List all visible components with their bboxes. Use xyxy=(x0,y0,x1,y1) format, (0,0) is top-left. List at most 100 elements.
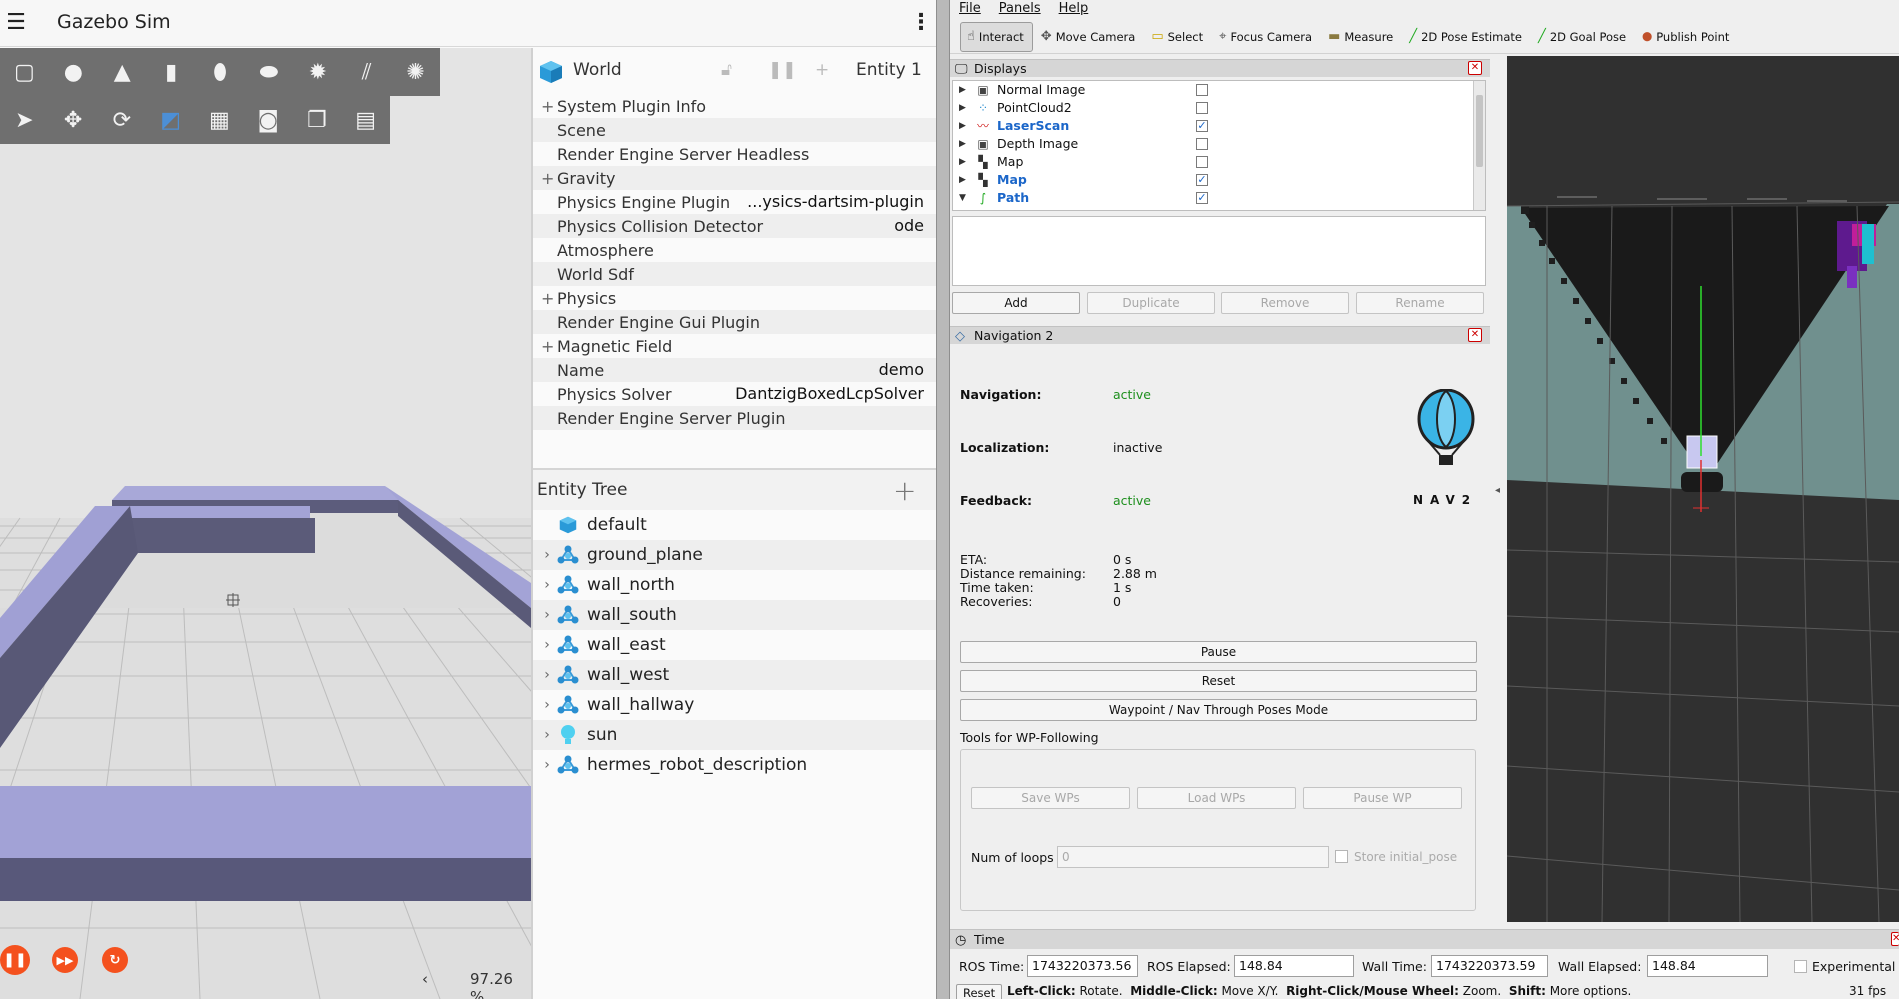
entity-tree-item[interactable]: › wall_east xyxy=(533,630,936,660)
transform-mode-icon[interactable]: ◩ xyxy=(146,100,195,140)
sun-icon[interactable]: ✹ xyxy=(293,52,342,92)
sphere-icon[interactable]: ● xyxy=(49,52,98,92)
directional-light-icon[interactable]: ⫽ xyxy=(342,52,391,92)
tool-move-camera[interactable]: ✥ Move Camera xyxy=(1035,22,1144,52)
component-row[interactable]: World Sdf xyxy=(533,262,936,286)
collapsed-arrow-icon[interactable]: ▶ xyxy=(959,153,966,171)
expand-plus-icon[interactable]: + xyxy=(541,169,557,188)
duplicate-display-button[interactable]: Duplicate xyxy=(1087,292,1215,314)
entity-tree-item[interactable]: › wall_north xyxy=(533,570,936,600)
chevron-right-icon[interactable]: › xyxy=(537,547,557,563)
ros-elapsed-field[interactable]: 148.84 xyxy=(1234,955,1354,977)
collapsed-arrow-icon[interactable]: ▶ xyxy=(959,99,966,117)
entity-tree-item[interactable]: › wall_south xyxy=(533,600,936,630)
display-item[interactable]: ▶ ⁘ PointCloud2 xyxy=(953,99,1485,117)
experimental-checkbox[interactable] xyxy=(1794,960,1807,973)
reset-button[interactable]: Reset xyxy=(960,670,1477,692)
remove-display-button[interactable]: Remove xyxy=(1221,292,1349,314)
component-row[interactable]: Render Engine Server Headless xyxy=(533,142,936,166)
chevron-right-icon[interactable]: › xyxy=(537,607,557,623)
tool-select[interactable]: ▭ Select xyxy=(1145,22,1211,52)
display-item[interactable]: ▶ ▚ Map xyxy=(953,153,1485,171)
plus-icon[interactable]: + xyxy=(893,474,916,507)
menu-help[interactable]: Help xyxy=(1050,0,1098,18)
hamburger-icon[interactable]: ☰ xyxy=(3,10,29,36)
reset-icon[interactable]: ↻ xyxy=(102,947,128,973)
entity-tree-item[interactable]: › wall_west xyxy=(533,660,936,690)
entity-tree-item[interactable]: › sun xyxy=(533,720,936,750)
grid-icon[interactable]: ▦ xyxy=(195,100,244,140)
rtf-collapse-icon[interactable]: ‹ xyxy=(422,970,428,988)
component-row[interactable]: Scene xyxy=(533,118,936,142)
tool-interact[interactable]: ☝ Interact xyxy=(960,21,1033,52)
menu-file[interactable]: File xyxy=(950,0,990,18)
entity-tree-item[interactable]: default xyxy=(533,510,936,540)
select-arrow-icon[interactable]: ➤ xyxy=(0,100,49,140)
spot-light-icon[interactable]: ✺ xyxy=(391,52,440,92)
entity-tree-item[interactable]: › hermes_robot_description xyxy=(533,750,936,780)
collapsed-arrow-icon[interactable]: ▶ xyxy=(959,171,966,189)
chevron-right-icon[interactable]: › xyxy=(537,577,557,593)
menu-panels[interactable]: Panels xyxy=(990,0,1050,18)
display-enabled-checkbox[interactable] xyxy=(1196,138,1208,150)
translate-icon[interactable]: ✥ xyxy=(49,100,98,140)
expand-plus-icon[interactable]: + xyxy=(541,289,557,308)
close-icon[interactable]: ✕ xyxy=(1468,328,1482,342)
more-options-icon[interactable]: ⋮ xyxy=(910,10,932,36)
entity-tree-item[interactable]: › ground_plane xyxy=(533,540,936,570)
store-initial-pose-checkbox[interactable] xyxy=(1335,850,1348,863)
chevron-right-icon[interactable]: › xyxy=(537,637,557,653)
pause-wp-button[interactable]: Pause WP xyxy=(1303,787,1462,809)
component-row[interactable]: + Gravity xyxy=(533,166,936,190)
component-row[interactable]: + System Plugin Info xyxy=(533,94,936,118)
tool-publish-point[interactable]: ⬤ Publish Point xyxy=(1636,22,1737,52)
scrollbar[interactable] xyxy=(1473,81,1485,210)
chevron-right-icon[interactable]: › xyxy=(537,667,557,683)
display-item[interactable]: ▼ ∫ Path ✓ xyxy=(953,189,1485,207)
num-loops-input[interactable]: 0 xyxy=(1057,846,1329,868)
display-enabled-checkbox[interactable]: ✓ xyxy=(1196,192,1208,204)
screenshot-camera-icon[interactable]: ◙ xyxy=(244,100,293,140)
collapsed-arrow-icon[interactable]: ▶ xyxy=(959,81,966,99)
ros-time-field[interactable]: 1743220373.56 xyxy=(1027,955,1138,977)
component-row[interactable]: Render Engine Server Plugin xyxy=(533,406,936,430)
reset-view-button[interactable]: Reset xyxy=(956,984,1003,999)
collapsed-arrow-icon[interactable]: ▶ xyxy=(959,117,966,135)
rotate-icon[interactable]: ⟳ xyxy=(98,100,147,140)
component-row[interactable]: + Magnetic Field xyxy=(533,334,936,358)
tool-focus-camera[interactable]: ⌖ Focus Camera xyxy=(1213,22,1320,52)
tool-measure[interactable]: ▬ Measure xyxy=(1322,22,1401,52)
save-wps-button[interactable]: Save WPs xyxy=(971,787,1130,809)
component-row[interactable]: Physics Solver DantzigBoxedLcpSolver xyxy=(533,382,936,406)
display-enabled-checkbox[interactable] xyxy=(1196,102,1208,114)
wall-time-field[interactable]: 1743220373.59 xyxy=(1431,955,1548,977)
component-row[interactable]: Physics Engine Plugin ...ysics-dartsim-pl… xyxy=(533,190,936,214)
add-display-button[interactable]: Add xyxy=(952,292,1080,314)
close-icon[interactable]: ✕ xyxy=(1468,61,1482,75)
expanded-arrow-icon[interactable]: ▼ xyxy=(959,189,966,207)
waypoint-mode-button[interactable]: Waypoint / Nav Through Poses Mode xyxy=(960,699,1477,721)
pause-button[interactable]: Pause xyxy=(960,641,1477,663)
cylinder-icon[interactable]: ▮ xyxy=(147,52,196,92)
display-enabled-checkbox[interactable] xyxy=(1196,156,1208,168)
chevron-right-icon[interactable]: › xyxy=(537,757,557,773)
chevron-right-icon[interactable]: › xyxy=(537,727,557,743)
ellipsoid-icon[interactable]: ⬬ xyxy=(244,52,293,92)
display-enabled-checkbox[interactable]: ✓ xyxy=(1196,174,1208,186)
box-icon[interactable]: ▢ xyxy=(0,52,49,92)
display-item[interactable]: ▶ ▣ Normal Image xyxy=(953,81,1485,99)
component-row[interactable]: Physics Collision Detector ode xyxy=(533,214,936,238)
component-row[interactable]: + Physics xyxy=(533,286,936,310)
display-item[interactable]: ▶ 〰 LaserScan ✓ xyxy=(953,117,1485,135)
rename-display-button[interactable]: Rename xyxy=(1356,292,1484,314)
display-enabled-checkbox[interactable] xyxy=(1196,84,1208,96)
tool-2d-pose-estimate[interactable]: ╱ 2D Pose Estimate xyxy=(1403,22,1530,52)
tool-2d-goal-pose[interactable]: ╱ 2D Goal Pose xyxy=(1532,22,1634,52)
fast-forward-icon[interactable]: ▶▶ xyxy=(52,947,78,973)
display-item[interactable]: ▶ ▣ Depth Image xyxy=(953,135,1485,153)
display-enabled-checkbox[interactable]: ✓ xyxy=(1196,120,1208,132)
add-component-icon[interactable]: + xyxy=(815,60,829,80)
rviz-3d-viewport[interactable] xyxy=(1507,56,1899,922)
component-row[interactable]: Atmosphere xyxy=(533,238,936,262)
paste-icon[interactable]: ▤ xyxy=(341,100,390,140)
